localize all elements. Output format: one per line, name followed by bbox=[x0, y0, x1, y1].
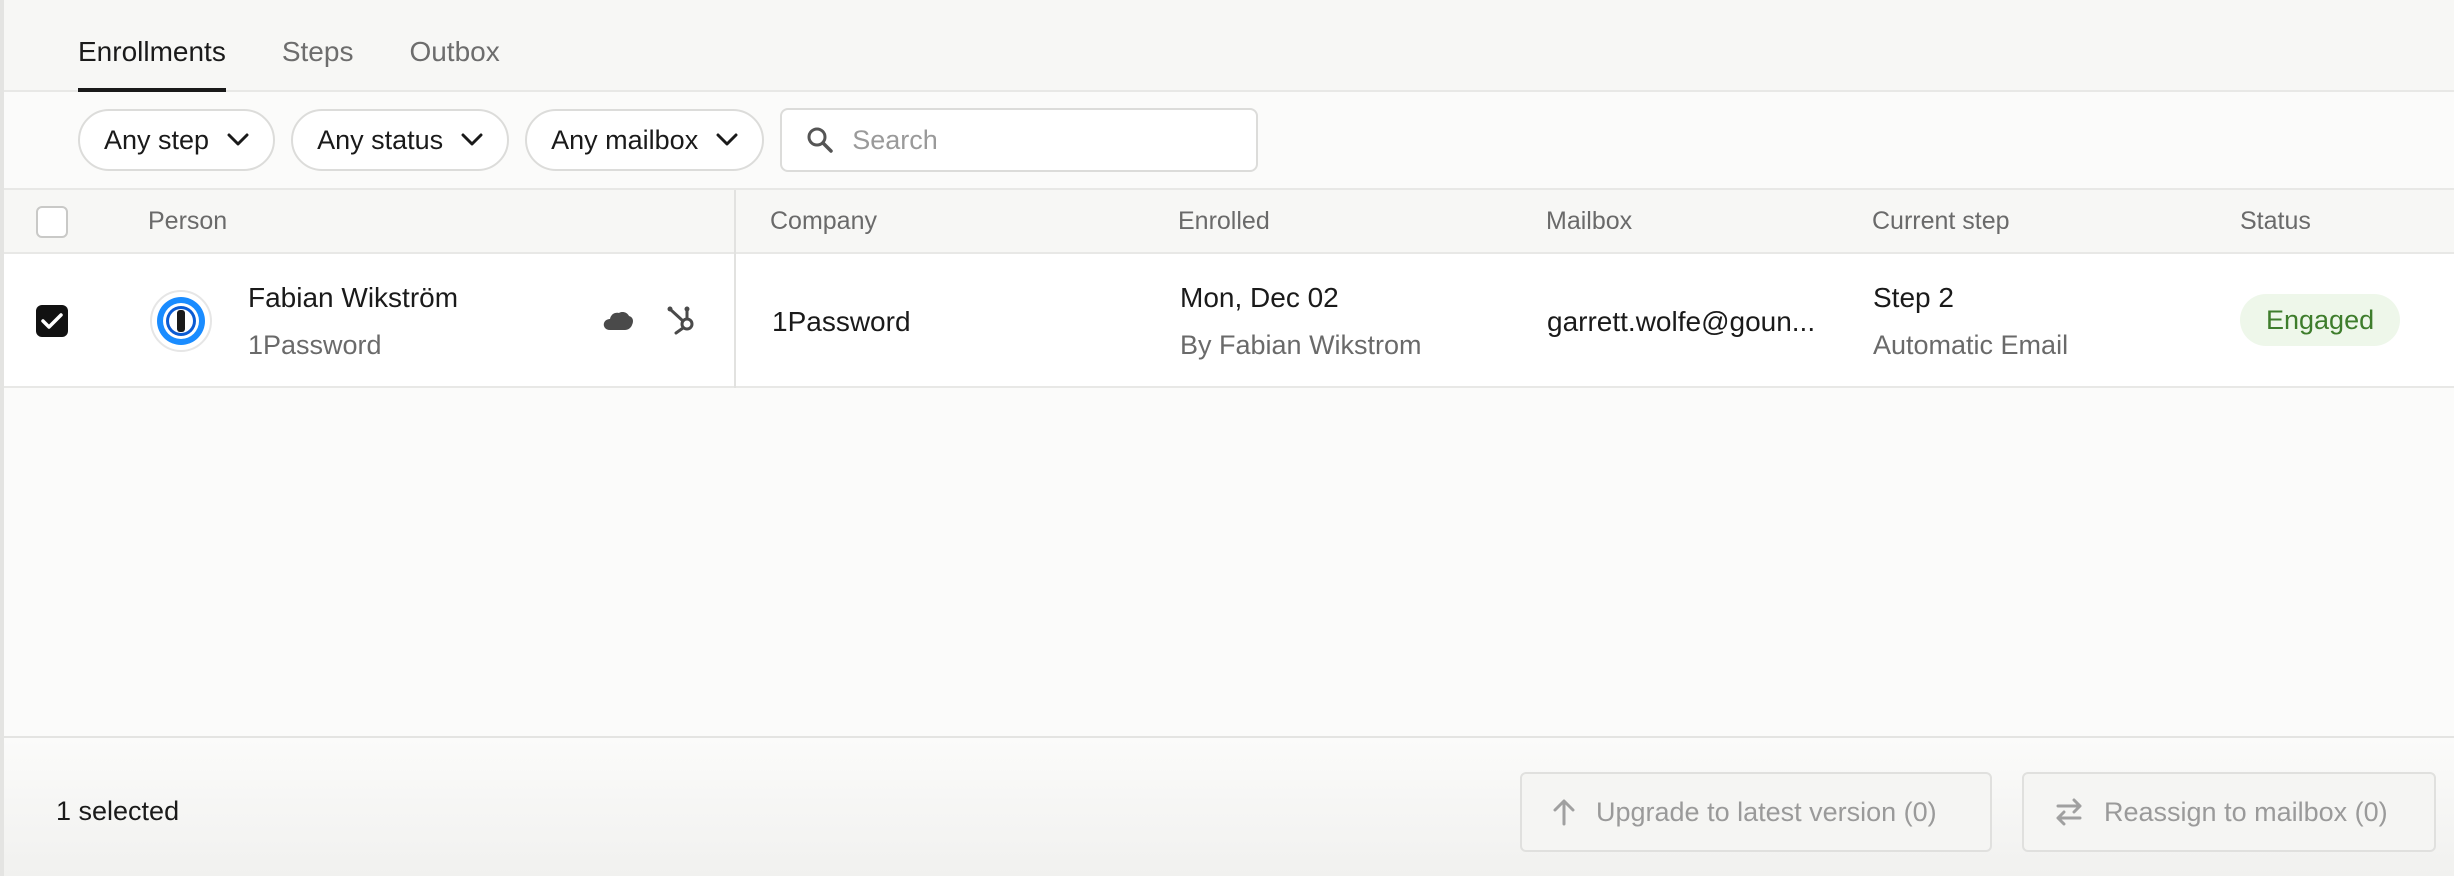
person-company: 1Password bbox=[248, 330, 382, 360]
person-cell: Fabian Wikström 1Password bbox=[248, 282, 458, 361]
mailbox-cell: garrett.wolfe@goun... bbox=[1547, 306, 1816, 337]
row-checkbox[interactable] bbox=[36, 305, 68, 337]
column-header-company[interactable]: Company bbox=[770, 190, 877, 252]
enrolled-by: By Fabian Wikstrom bbox=[1180, 330, 1422, 360]
table-row[interactable]: Fabian Wikström 1Password 1Password Mon,… bbox=[4, 254, 2454, 388]
tab-outbox[interactable]: Outbox bbox=[409, 36, 499, 90]
column-header-enrolled[interactable]: Enrolled bbox=[1178, 190, 1270, 252]
swap-arrows-icon bbox=[2056, 798, 2082, 826]
tab-steps[interactable]: Steps bbox=[282, 36, 354, 90]
search-input[interactable] bbox=[852, 124, 1233, 156]
select-all-checkbox[interactable] bbox=[36, 206, 68, 238]
chevron-down-icon bbox=[461, 133, 483, 146]
mailbox-filter-label: Any mailbox bbox=[551, 124, 699, 155]
arrow-up-icon bbox=[1553, 799, 1575, 826]
status-filter-label: Any status bbox=[317, 124, 444, 155]
search-icon bbox=[807, 127, 833, 153]
company-cell[interactable]: 1Password bbox=[772, 306, 911, 338]
step-filter-label: Any step bbox=[104, 124, 210, 155]
company-logo-avatar bbox=[150, 290, 212, 352]
column-header-person[interactable]: Person bbox=[148, 190, 227, 252]
reassign-mailbox-label: Reassign to mailbox (0) bbox=[2104, 796, 2388, 827]
filter-bar: Any step Any status Any mailbox bbox=[4, 92, 2454, 190]
column-header-status[interactable]: Status bbox=[2240, 190, 2311, 252]
chevron-down-icon bbox=[716, 133, 738, 146]
hubspot-icon[interactable] bbox=[666, 304, 698, 336]
table-header: Person Company Enrolled Mailbox Current … bbox=[4, 190, 2454, 254]
tab-enrollments[interactable]: Enrollments bbox=[78, 36, 226, 92]
reassign-mailbox-button[interactable]: Reassign to mailbox (0) bbox=[2022, 772, 2436, 852]
enrolled-date: Mon, Dec 02 bbox=[1180, 282, 1339, 313]
upgrade-version-label: Upgrade to latest version (0) bbox=[1596, 796, 1937, 827]
step-name: Step 2 bbox=[1873, 282, 1954, 313]
salesforce-cloud-icon[interactable] bbox=[602, 308, 634, 334]
tab-bar: Enrollments Steps Outbox bbox=[4, 0, 2454, 92]
mailbox-filter-dropdown[interactable]: Any mailbox bbox=[525, 109, 765, 171]
checkmark-icon bbox=[41, 313, 63, 329]
enrolled-cell: Mon, Dec 02 By Fabian Wikstrom bbox=[1180, 282, 1422, 361]
person-name[interactable]: Fabian Wikström bbox=[248, 282, 458, 314]
person-column-divider bbox=[734, 190, 736, 388]
enrollments-view: Enrollments Steps Outbox Any step Any st… bbox=[0, 0, 2454, 876]
status-badge: Engaged bbox=[2240, 294, 2401, 346]
current-step-cell: Step 2 Automatic Email bbox=[1873, 282, 2068, 361]
selected-count: 1 selected bbox=[56, 796, 180, 826]
upgrade-version-button[interactable]: Upgrade to latest version (0) bbox=[1520, 772, 1992, 852]
step-type: Automatic Email bbox=[1873, 330, 2069, 360]
1password-logo-icon bbox=[157, 297, 205, 345]
column-header-mailbox[interactable]: Mailbox bbox=[1546, 190, 1632, 252]
chevron-down-icon bbox=[227, 133, 249, 146]
search-box[interactable] bbox=[780, 108, 1259, 172]
step-filter-dropdown[interactable]: Any step bbox=[78, 109, 276, 171]
status-filter-dropdown[interactable]: Any status bbox=[291, 109, 510, 171]
bulk-action-bar: 1 selected Upgrade to latest version (0)… bbox=[4, 736, 2454, 876]
column-header-current-step[interactable]: Current step bbox=[1872, 190, 2010, 252]
